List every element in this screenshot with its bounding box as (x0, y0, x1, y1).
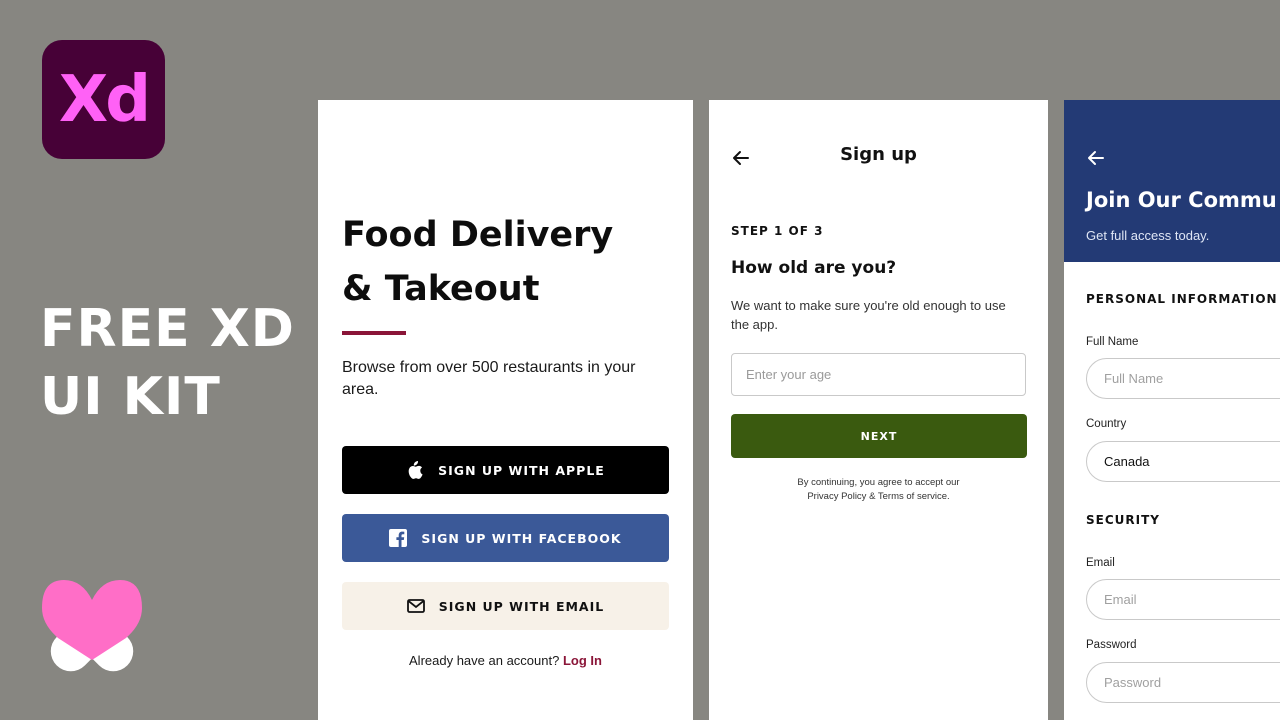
promo-title: FREE XD UI KIT (40, 295, 310, 431)
login-link[interactable]: Log In (563, 653, 602, 668)
country-label: Country (1086, 418, 1127, 430)
full-name-input[interactable] (1086, 358, 1280, 399)
promo-title-line1: FREE XD (40, 299, 295, 359)
accent-divider (342, 331, 406, 335)
signup-title: Sign up (840, 144, 917, 165)
brand-heart-logo (42, 580, 142, 672)
xd-logo-text: Xd (58, 62, 151, 137)
next-button[interactable]: NEXT (731, 414, 1027, 458)
facebook-icon (389, 529, 408, 547)
welcome-heading: Food Delivery & Takeout (342, 208, 662, 316)
age-question: How old are you? (731, 258, 897, 278)
welcome-subtitle: Browse from over 500 restaurants in your… (342, 359, 636, 398)
password-label: Password (1086, 639, 1137, 651)
signup-screen: Sign up STEP 1 OF 3 How old are you? We … (709, 100, 1048, 720)
mail-icon (406, 597, 425, 615)
login-prompt: Already have an account? Log In (318, 653, 693, 668)
age-input[interactable] (731, 353, 1026, 396)
email-label: Email (1086, 557, 1115, 569)
country-select[interactable]: Canada (1086, 441, 1280, 482)
join-title: Join Our Commu (1086, 188, 1277, 212)
back-arrow-icon[interactable] (1086, 148, 1106, 168)
login-prompt-text: Already have an account? (409, 653, 560, 668)
security-heading: SECURITY (1086, 513, 1160, 527)
country-value: Canada (1104, 454, 1150, 469)
terms-line1: By continuing, you agree to accept our (797, 477, 960, 488)
email-button-label: SIGN UP WITH EMAIL (438, 598, 605, 614)
apple-icon (406, 461, 424, 479)
sign-up-facebook-button[interactable]: SIGN UP WITH FACEBOOK (342, 514, 669, 562)
welcome-screen: Food Delivery & Takeout Browse from over… (318, 100, 693, 720)
heading-line1: Food Delivery (342, 215, 614, 255)
join-header: Join Our Commu Get full access today. (1064, 100, 1280, 262)
join-subtitle: Get full access today. (1086, 228, 1210, 243)
join-screen: Join Our Commu Get full access today. PE… (1064, 100, 1280, 720)
terms-line2: Privacy Policy & Terms of service. (807, 491, 950, 502)
heading-line2: & Takeout (342, 269, 540, 309)
apple-button-label: SIGN UP WITH APPLE (438, 462, 605, 478)
sign-up-email-button[interactable]: SIGN UP WITH EMAIL (342, 582, 669, 630)
password-input[interactable] (1086, 662, 1280, 703)
step-indicator: STEP 1 OF 3 (731, 224, 824, 238)
sign-up-apple-button[interactable]: SIGN UP WITH APPLE (342, 446, 669, 494)
terms-notice: By continuing, you agree to accept our P… (709, 476, 1048, 504)
personal-info-heading: PERSONAL INFORMATION (1086, 292, 1278, 306)
full-name-label: Full Name (1086, 336, 1139, 348)
promo-title-line2: UI KIT (40, 367, 221, 427)
email-input[interactable] (1086, 579, 1280, 620)
facebook-button-label: SIGN UP WITH FACEBOOK (421, 530, 622, 546)
adobe-xd-logo: Xd (42, 40, 165, 159)
age-description: We want to make sure you're old enough t… (731, 298, 1006, 332)
